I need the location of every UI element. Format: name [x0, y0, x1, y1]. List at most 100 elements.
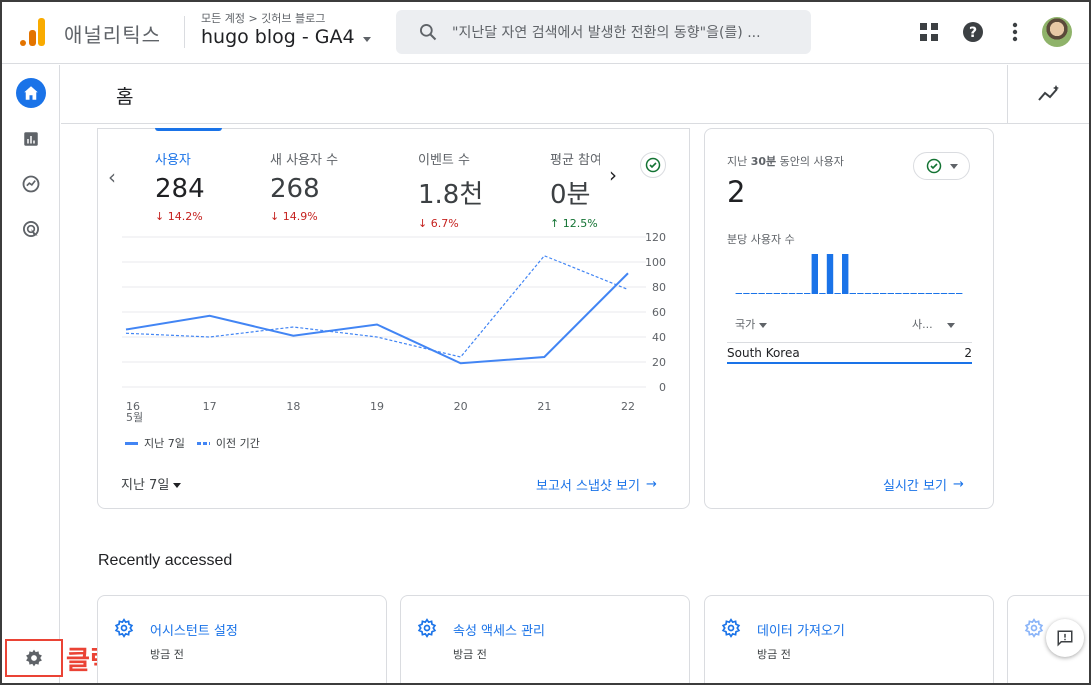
breadcrumb[interactable]: 모든 계정 > 깃허브 블로그 [201, 10, 325, 26]
per-minute-bar [872, 293, 879, 294]
per-minute-bar [773, 293, 780, 294]
data-quality-button[interactable] [640, 152, 666, 178]
metric-label: 사용자 [155, 153, 191, 168]
chevron-left-icon[interactable]: ‹ [108, 165, 116, 189]
per-minute-bar [819, 293, 826, 294]
per-minute-bar [925, 293, 932, 294]
more-vert-icon[interactable] [1004, 21, 1026, 43]
gear-icon [721, 618, 741, 638]
nav-home[interactable] [16, 78, 46, 108]
header-label: 사... [912, 318, 933, 331]
per-minute-bar [758, 293, 765, 294]
metric-tab-avg-engagement[interactable]: 평균 참여 0분 ↑ 12.5% [550, 149, 600, 230]
view-report-snapshot-link[interactable]: 보고서 스냅샷 보기 → [536, 475, 657, 494]
date-range-label: 지난 7일 [121, 478, 170, 493]
per-minute-bar [880, 293, 887, 294]
per-minute-bar [796, 293, 803, 294]
top-bar: 애널리틱스 모든 계정 > 깃허브 블로그 hugo blog - GA4 "지… [2, 2, 1089, 64]
per-minute-bar [895, 293, 902, 294]
analytics-logo-icon[interactable] [20, 16, 46, 46]
y-tick-label: 120 [645, 231, 666, 244]
chevron-right-icon[interactable]: › [609, 163, 617, 187]
admin-settings-button[interactable] [5, 639, 63, 677]
home-icon [24, 86, 38, 100]
realtime-options-button[interactable] [913, 152, 970, 180]
check-circle-icon [645, 157, 661, 173]
metric-label: 이벤트 수 [418, 153, 470, 168]
metric-value: 268 [270, 174, 320, 204]
gear-icon [417, 618, 437, 638]
gear-icon [114, 618, 134, 638]
country-cell: South Korea [727, 345, 800, 360]
per-minute-bar [766, 293, 773, 294]
per-minute-bar [887, 293, 894, 294]
metric-value: 0분 [550, 180, 591, 210]
svg-text:?: ? [969, 25, 977, 41]
recent-item-card[interactable]: 어시스턴트 설정 방금 전 [97, 595, 387, 683]
header-divider [61, 123, 1089, 124]
chevron-down-icon [173, 483, 182, 488]
avatar[interactable] [1042, 17, 1072, 47]
metric-tab-users[interactable]: 사용자 284 ↓ 14.2% [155, 149, 265, 223]
recent-item-title: 속성 액세스 관리 [453, 624, 545, 639]
x-tick-label: 21 [537, 400, 551, 413]
recent-item-card[interactable]: 속성 액세스 관리 방금 전 [400, 595, 690, 683]
search-input[interactable]: "지난달 자연 검색에서 발생한 전환의 동향"을(를) ... [396, 10, 811, 54]
legend-label: 지난 7일 [144, 437, 185, 450]
check-circle-icon [926, 158, 941, 174]
explore-icon [22, 175, 40, 193]
recent-item-time: 방금 전 [150, 648, 184, 661]
view-realtime-link[interactable]: 실시간 보기 → [883, 475, 964, 494]
x-tick-label: 18 [286, 400, 300, 413]
divider [184, 16, 185, 48]
x-tick-label: 17 [203, 400, 217, 413]
page-title: 홈 [116, 86, 134, 108]
metric-tab-event-count[interactable]: 이벤트 수 1.8천 ↓ 6.7% [418, 149, 528, 230]
insights-icon [1037, 85, 1059, 101]
apps-grid-icon[interactable] [918, 21, 940, 43]
metric-tab-new-users[interactable]: 새 사용자 수 268 ↓ 14.9% [270, 149, 380, 223]
metric-value: 1.8천 [418, 180, 484, 210]
nav-reports[interactable] [16, 124, 46, 154]
legend-swatch-solid [125, 441, 138, 445]
per-minute-bar [781, 293, 788, 294]
col-country-header[interactable]: 국가 [735, 316, 768, 332]
y-tick-label: 80 [652, 281, 666, 294]
users-line-chart[interactable]: 02040608010012016 17 18 19 20 21 225월 [98, 227, 688, 427]
chevron-down-icon [946, 322, 955, 328]
per-minute-bar [933, 293, 940, 294]
x-tick-label: 19 [370, 400, 384, 413]
per-minute-bar [857, 293, 864, 294]
app-window: 애널리틱스 모든 계정 > 깃허브 블로그 hugo blog - GA4 "지… [0, 0, 1091, 685]
per-minute-bar [788, 293, 796, 294]
recent-item-title: 데이터 가져오기 [757, 624, 845, 639]
per-minute-bar [910, 293, 917, 294]
date-range-dropdown[interactable]: 지난 7일 [121, 474, 182, 493]
metric-label: 평균 참여 [550, 153, 600, 168]
per-minute-bar [735, 293, 742, 294]
per-minute-bar [940, 293, 948, 294]
recently-accessed-title: Recently accessed [98, 552, 233, 569]
search-placeholder: "지난달 자연 검색에서 발생한 전환의 동향"을(를) ... [452, 25, 761, 41]
nav-explore[interactable] [16, 169, 46, 199]
search-icon [420, 24, 437, 41]
per-minute-bar [864, 293, 872, 294]
col-users-header[interactable]: 사... [912, 316, 955, 332]
y-tick-label: 60 [652, 306, 666, 319]
insights-button[interactable] [1007, 65, 1089, 123]
per-minute-bar [750, 293, 758, 294]
table-row[interactable]: South Korea 2 [727, 342, 972, 364]
property-selector[interactable]: hugo blog - GA4 [201, 26, 371, 48]
legend-swatch-dashed [196, 441, 210, 445]
y-tick-label: 0 [659, 381, 666, 394]
feedback-button[interactable] [1046, 619, 1084, 657]
y-tick-label: 20 [652, 356, 666, 369]
series-line-previous [125, 255, 629, 358]
per-minute-bar [743, 293, 750, 294]
link-label: 보고서 스냅샷 보기 [536, 479, 640, 494]
help-icon[interactable]: ? [962, 21, 984, 43]
recent-item-card[interactable]: 데이터 가져오기 방금 전 [704, 595, 994, 683]
per-minute-bar [811, 254, 818, 294]
nav-advertising[interactable] [16, 214, 46, 244]
y-tick-label: 40 [652, 331, 666, 344]
